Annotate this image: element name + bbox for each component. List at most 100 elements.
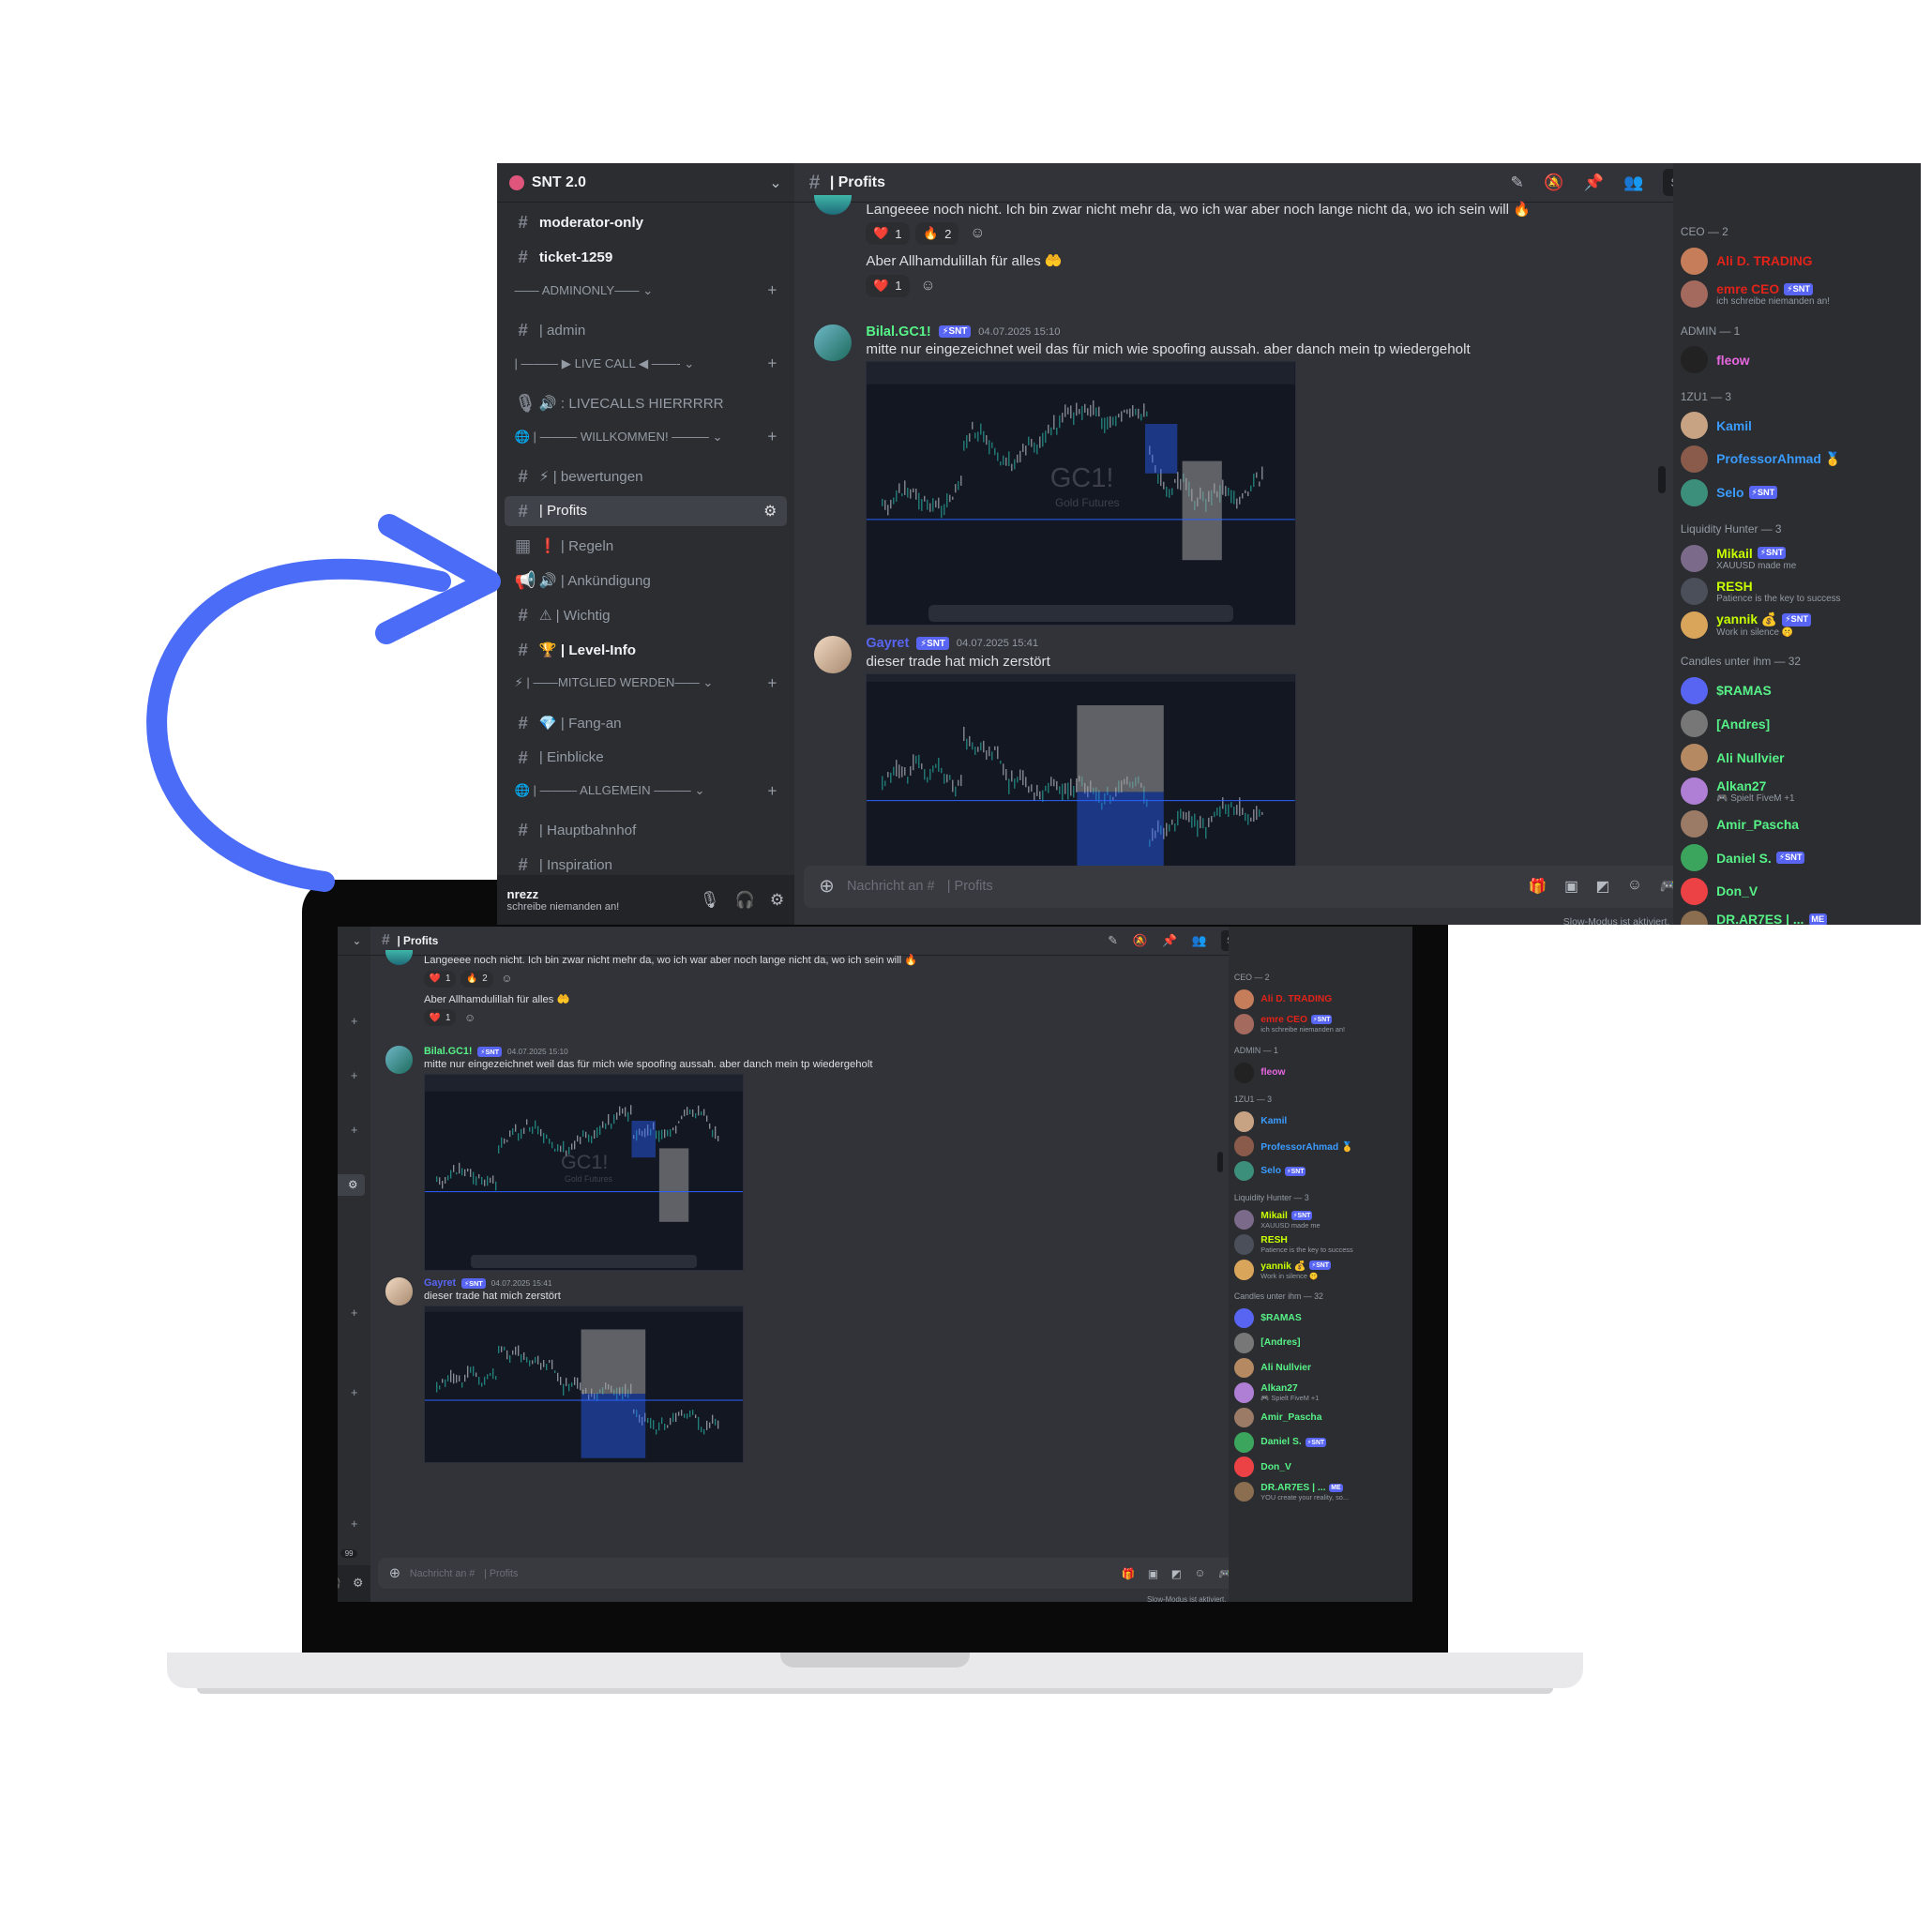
emoji-icon[interactable]: ☺ (1195, 1567, 1206, 1580)
mic-icon[interactable]: 🎙 (700, 890, 720, 910)
members-icon[interactable]: 👥 (1623, 173, 1643, 192)
member-item[interactable]: emre CEO ⚡SNT ich schreibe niemanden an! (1233, 1014, 1345, 1034)
avatar[interactable] (385, 950, 414, 966)
channel-item[interactable]: #⚠ | Wichtig (338, 1251, 365, 1274)
channel-item[interactable]: #moderator-only (338, 959, 365, 982)
channel-item[interactable]: #| admin (338, 1040, 365, 1063)
member-item[interactable]: DR.AR7ES | ...MEYOU create your reality,… (1233, 1481, 1349, 1502)
avatar[interactable] (385, 1046, 414, 1074)
member-item[interactable]: Mikail ⚡SNT XAUUSD made me (1680, 544, 1796, 572)
reaction[interactable]: 🔥 2 (915, 222, 959, 246)
channel-item[interactable]: #| Einblicke (505, 743, 787, 773)
channel-settings-icon[interactable]: ⚙ (763, 502, 777, 521)
member-item[interactable]: RESH Patience is the key to success (1233, 1234, 1353, 1255)
channel-category[interactable]: | ——— ▶ LIVE CALL ◀ ——- ⌄+ (338, 1065, 365, 1086)
member-item[interactable]: Kamil (1233, 1110, 1287, 1132)
reaction[interactable]: ❤️ 1 (866, 222, 910, 246)
member-item[interactable]: Alkan27 🎮 Spielt FiveM +1 (1233, 1382, 1319, 1403)
channel-item[interactable]: #| Profits⚙ (338, 1173, 366, 1197)
pin-icon[interactable]: 📌 (1162, 933, 1177, 948)
member-item[interactable]: Daniel S. ⚡SNT (1233, 1431, 1327, 1453)
channel-item[interactable]: #| Server-Ideen (338, 1462, 365, 1485)
message-composer[interactable]: ⊕ Nachricht an # | Profits 🎁 ▣ ◩ ☺ 🎮 (804, 865, 1694, 908)
channel-item[interactable]: #⚠ | Wichtig (505, 600, 787, 630)
channel-category[interactable]: —— ADMINONLY—— ⌄ + (505, 277, 787, 304)
server-header[interactable]: SNT 2.0 ⌄ (497, 163, 794, 204)
member-item[interactable]: [Andres] (1680, 710, 1770, 738)
emoji-icon[interactable]: ☺ (1627, 877, 1642, 896)
chevron-down-icon[interactable]: ⌄ (353, 934, 362, 947)
pin-icon[interactable]: 📌 (1583, 173, 1603, 192)
add-channel-icon[interactable]: + (351, 1306, 357, 1320)
member-item[interactable]: ProfessorAhmad 🥇 (1680, 445, 1841, 473)
member-item[interactable]: Mikail ⚡SNT XAUUSD made me (1233, 1209, 1321, 1230)
channel-item[interactable]: #💎 | Fang-an (338, 1331, 365, 1353)
member-item[interactable]: Ali Nullvier (1680, 744, 1785, 772)
add-channel-icon[interactable]: + (767, 354, 777, 373)
reaction[interactable]: ❤️ 1 (866, 274, 910, 297)
channel-item[interactable]: #⚡ | bewertungen (338, 1148, 365, 1170)
member-item[interactable]: Amir_Pascha (1680, 810, 1799, 838)
member-item[interactable]: DR.AR7ES | ...MEYOU create your reality,… (1680, 911, 1834, 925)
channel-item[interactable]: 🎙🔊 : LIVECALLS HIERRRRR (338, 1094, 365, 1116)
member-item[interactable]: yannik 💰 ⚡SNT Work in silence 🤫 (1680, 611, 1811, 639)
channel-item[interactable]: #| hustler-rewards (338, 1488, 365, 1511)
message-composer[interactable]: ⊕ Nachricht an # | Profits 🎁 ▣ ◩ ☺ 🎮 (378, 1557, 1244, 1590)
member-item[interactable]: Alkan27 🎮 Spielt FiveM +1 (1680, 777, 1795, 805)
chart-screenshot-image[interactable]: GC1! Gold Futures (866, 361, 1297, 626)
headphones-icon[interactable]: 🎧 (735, 890, 755, 910)
sticker-icon[interactable]: ◩ (1171, 1567, 1182, 1580)
channel-category[interactable]: 🌐 | ——— ALLGEMEIN ——— ⌄+ (338, 1382, 365, 1403)
member-item[interactable]: $RAMAS (1233, 1307, 1302, 1329)
add-reaction-icon[interactable]: ☺ (965, 222, 990, 245)
avatar[interactable] (813, 195, 852, 216)
member-item[interactable]: fleow (1680, 346, 1750, 374)
chart-screenshot-image[interactable] (424, 1305, 745, 1464)
channel-item[interactable]: 📢🔊 | Ankündigung (505, 566, 787, 596)
gif-icon[interactable]: ▣ (1564, 877, 1578, 896)
member-item[interactable]: Don_V (1680, 877, 1758, 905)
channel-category[interactable]: ⚡ | ——MITGLIED WERDEN—— ⌄+ (338, 1303, 365, 1323)
member-item[interactable]: emre CEO ⚡SNT ich schreibe niemanden an! (1680, 280, 1830, 309)
headphones-icon[interactable]: 🎧 (338, 1576, 341, 1591)
author-name[interactable]: Bilal.GC1! (424, 1046, 472, 1057)
member-item[interactable]: Don_V (1233, 1457, 1291, 1477)
members-icon[interactable]: 👥 (1192, 933, 1207, 948)
author-name[interactable]: Gayret (424, 1277, 456, 1289)
channel-category[interactable]: ⚡ | ——MITGLIED WERDEN—— ⌄+ (505, 670, 787, 697)
scrollbar[interactable] (1658, 466, 1667, 494)
gear-icon[interactable]: ⚙ (353, 1576, 363, 1591)
avatar[interactable] (813, 636, 852, 673)
member-item[interactable]: Selo ⚡SNT (1680, 478, 1777, 506)
author-name[interactable]: Bilal.GC1! (866, 325, 930, 340)
reaction[interactable]: 🔥 2 (460, 971, 493, 988)
add-channel-icon[interactable]: + (351, 1014, 357, 1028)
channel-item[interactable]: #| Inspiration (338, 1437, 365, 1459)
gear-icon[interactable]: ⚙ (770, 890, 784, 910)
channel-item[interactable]: #moderator-only (505, 208, 787, 238)
member-item[interactable]: Selo ⚡SNT (1233, 1160, 1306, 1182)
add-channel-icon[interactable]: + (351, 1385, 357, 1399)
chart-screenshot-image[interactable] (866, 672, 1297, 886)
channel-item[interactable]: #🏆 | Level-Info (338, 1276, 365, 1299)
channel-item[interactable]: #| admin (505, 315, 787, 345)
author-name[interactable]: Gayret (866, 636, 909, 651)
add-channel-icon[interactable]: + (767, 280, 777, 300)
reaction[interactable]: ❤️ 1 (424, 1009, 457, 1026)
notifications-icon[interactable]: 🔕 (1544, 173, 1563, 192)
threads-icon[interactable]: ✎ (1108, 933, 1118, 948)
channel-item[interactable]: #🏆 | Level-Info (505, 635, 787, 665)
add-reaction-icon[interactable]: ☺ (460, 1009, 479, 1026)
channel-item[interactable]: #| Einblicke (338, 1357, 365, 1380)
channel-category[interactable]: | ——— ▶ LIVE CALL ◀ ——- ⌄+ (505, 350, 787, 377)
member-item[interactable]: Kamil (1680, 412, 1752, 440)
add-channel-icon[interactable]: + (767, 781, 777, 801)
add-reaction-icon[interactable]: ☺ (497, 971, 516, 988)
channel-item[interactable]: ▦❗ | Regeln (505, 531, 787, 561)
member-item[interactable]: Ali D. TRADING (1680, 247, 1813, 275)
channel-item[interactable]: 📢🔊 | Ankündigung (338, 1226, 365, 1248)
channel-category[interactable]: 🌐 | ——— Willkommen! ——— ⌄+ (338, 1120, 365, 1140)
avatar[interactable] (813, 324, 852, 362)
gift-icon[interactable]: 🎁 (1122, 1567, 1136, 1580)
channel-item[interactable]: #| Hauptbahnhof (338, 1411, 365, 1433)
